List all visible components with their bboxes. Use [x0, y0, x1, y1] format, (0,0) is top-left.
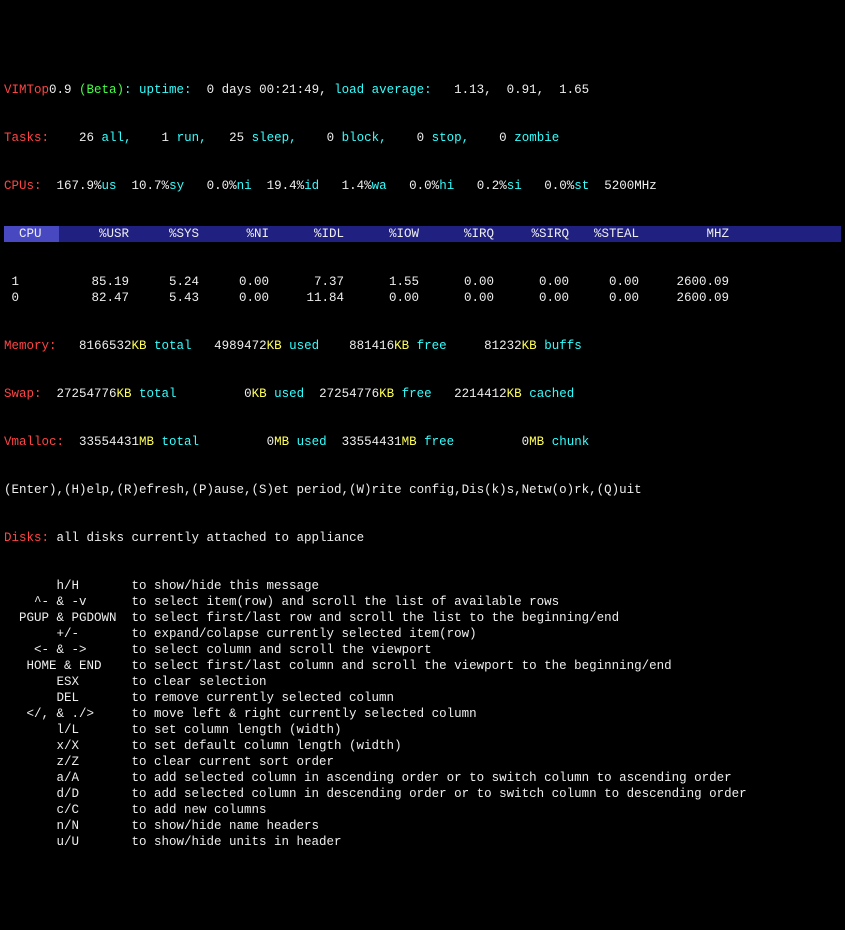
col-mhz[interactable]: MHZ	[639, 226, 729, 242]
help-line: h/H to show/hide this message	[4, 578, 841, 594]
col-cpu[interactable]: CPU	[4, 226, 59, 242]
summary-memory: Memory: 8166532KB total 4989472KB used 8…	[4, 338, 841, 354]
help-line: HOME & END to select first/last column a…	[4, 658, 841, 674]
col-sys[interactable]: %SYS	[129, 226, 199, 242]
col-sirq[interactable]: %SIRQ	[494, 226, 569, 242]
help-line: <- & -> to select column and scroll the …	[4, 642, 841, 658]
col-usr[interactable]: %USR	[59, 226, 129, 242]
summary-uptime: VIMTop0.9 (Beta): uptime: 0 days 00:21:4…	[4, 82, 841, 98]
help-line: ESX to clear selection	[4, 674, 841, 690]
help-line: +/- to expand/colapse currently selected…	[4, 626, 841, 642]
summary-tasks: Tasks: 26 all, 1 run, 25 sleep, 0 block,…	[4, 130, 841, 146]
help-line: x/X to set default column length (width)	[4, 738, 841, 754]
col-irq[interactable]: %IRQ	[419, 226, 494, 242]
table-row[interactable]: 185.195.240.007.371.550.000.000.002600.0…	[4, 274, 841, 290]
cpu-table-header: CPU%USR%SYS%NI%IDL%IOW%IRQ%SIRQ%STEALMHZ	[4, 226, 841, 242]
help-line: u/U to show/hide units in header	[4, 834, 841, 850]
help-line: z/Z to clear current sort order	[4, 754, 841, 770]
table-row[interactable]: 082.475.430.0011.840.000.000.000.002600.…	[4, 290, 841, 306]
help-line: a/A to add selected column in ascending …	[4, 770, 841, 786]
summary-vmalloc: Vmalloc: 33554431MB total 0MB used 33554…	[4, 434, 841, 450]
help-line: PGUP & PGDOWN to select first/last row a…	[4, 610, 841, 626]
col-idl[interactable]: %IDL	[269, 226, 344, 242]
help-line: </, & ./> to move left & right currently…	[4, 706, 841, 722]
help-line: c/C to add new columns	[4, 802, 841, 818]
summary-swap: Swap: 27254776KB total 0KB used 27254776…	[4, 386, 841, 402]
help-line: l/L to set column length (width)	[4, 722, 841, 738]
col-steal[interactable]: %STEAL	[569, 226, 639, 242]
summary-cpus: CPUs: 167.9%us 10.7%sy 0.0%ni 19.4%id 1.…	[4, 178, 841, 194]
keyboard-hint: (Enter),(H)elp,(R)efresh,(P)ause,(S)et p…	[4, 482, 841, 498]
help-line: ^- & -v to select item(row) and scroll t…	[4, 594, 841, 610]
col-iow[interactable]: %IOW	[344, 226, 419, 242]
disks-line: Disks: all disks currently attached to a…	[4, 530, 841, 546]
help-line: DEL to remove currently selected column	[4, 690, 841, 706]
col-ni[interactable]: %NI	[199, 226, 269, 242]
help-line: n/N to show/hide name headers	[4, 818, 841, 834]
help-line: d/D to add selected column in descending…	[4, 786, 841, 802]
